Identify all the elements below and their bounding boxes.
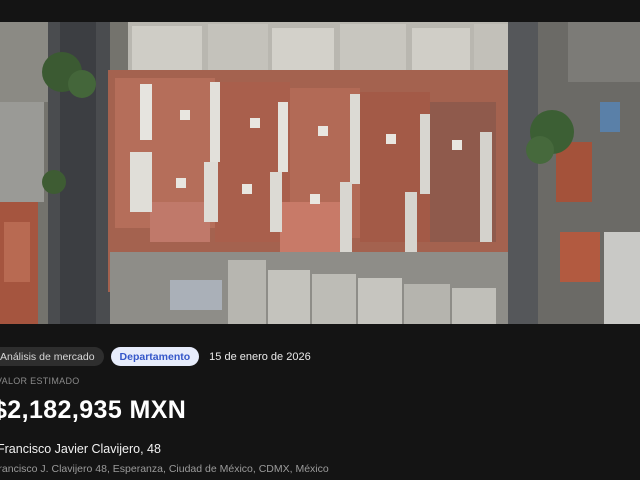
address-full: Francisco J. Clavijero 48, Esperanza, Ci… bbox=[0, 463, 329, 475]
listing-date: 15 de enero de 2026 bbox=[209, 350, 311, 363]
chip-row: Análisis de mercado Departamento 15 de e… bbox=[0, 347, 311, 366]
listing-info-panel: Análisis de mercado Departamento 15 de e… bbox=[0, 324, 640, 480]
satellite-map-graphic bbox=[0, 22, 640, 324]
top-bar bbox=[0, 0, 640, 22]
estimate-label: VALOR ESTIMADO bbox=[0, 376, 80, 386]
satellite-map-image[interactable] bbox=[0, 22, 640, 324]
address-title: Francisco Javier Clavijero, 48 bbox=[0, 442, 161, 456]
estimated-price: $2,182,935 MXN bbox=[0, 396, 187, 424]
market-analysis-chip[interactable]: Análisis de mercado bbox=[0, 347, 104, 366]
property-type-chip[interactable]: Departamento bbox=[110, 347, 200, 366]
